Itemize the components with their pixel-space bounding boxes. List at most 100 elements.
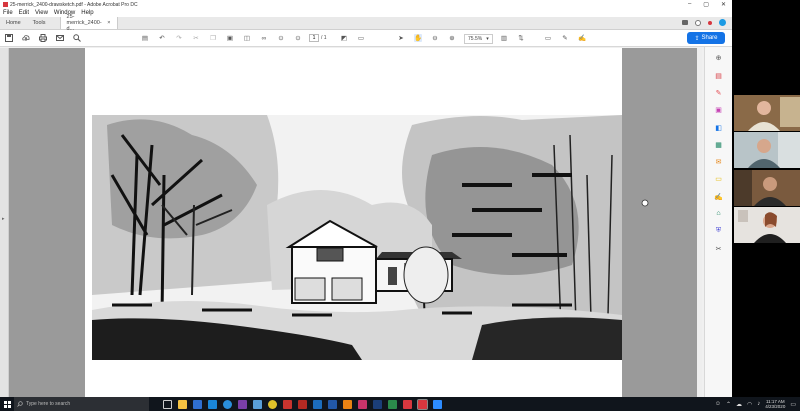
create-pdf-tool-icon[interactable]: ▤ <box>714 71 723 80</box>
protect-tool-icon[interactable]: ⛨ <box>714 226 723 235</box>
minimize-button[interactable]: – <box>688 1 691 8</box>
menu-edit[interactable]: Edit <box>19 10 29 16</box>
close-button[interactable]: ✕ <box>721 1 726 8</box>
explorer-icon[interactable] <box>253 399 262 409</box>
share-icon: ⇪ <box>694 35 700 42</box>
redo-icon[interactable]: ↷ <box>175 34 183 42</box>
search-placeholder: Type here to search <box>26 401 71 407</box>
participant-video-2[interactable] <box>734 132 800 168</box>
select-arrow-icon[interactable]: ➤ <box>397 34 405 42</box>
illustrator-icon[interactable] <box>343 399 352 409</box>
scan-ocr-tool-icon[interactable]: ⌂ <box>714 209 723 218</box>
cut-icon[interactable]: ✂ <box>192 34 200 42</box>
help-icon[interactable] <box>695 19 701 26</box>
acrobat-active-icon[interactable] <box>417 398 428 410</box>
participant-video-3[interactable] <box>734 170 800 206</box>
chat-icon[interactable] <box>682 20 688 25</box>
taskbar-clock[interactable]: 11:17 AM 4/23/2020 <box>765 399 785 409</box>
page-up-icon[interactable]: ⊙ <box>277 34 285 42</box>
snapshot-icon[interactable]: ◫ <box>243 34 251 42</box>
hand-tool-icon[interactable]: ✋ <box>414 34 422 42</box>
find-binoculars-icon[interactable]: ∞ <box>260 34 268 42</box>
fit-page-icon[interactable]: ▭ <box>357 34 365 42</box>
participant-video-1[interactable] <box>734 95 800 131</box>
page-total: / 1 <box>321 35 327 41</box>
menu-file[interactable]: File <box>3 10 13 16</box>
comment-icon[interactable]: ▭ <box>544 34 552 42</box>
tab-tools[interactable]: Tools <box>27 17 52 29</box>
combine-files-tool-icon[interactable]: ◧ <box>714 123 723 132</box>
wifi-icon[interactable]: ◠ <box>747 401 752 408</box>
print-icon[interactable] <box>39 34 47 42</box>
taskbar-search[interactable]: Type here to search <box>14 397 149 411</box>
main-content: ▸ ⊕ ▤ ✎ ▣ ◧ ▦ ✉ ▭ ✍ ⌂ ⛨ ✂ <box>0 47 732 397</box>
search-icon[interactable] <box>73 34 81 42</box>
select-text-icon[interactable]: ◩ <box>340 34 348 42</box>
acrobat-reader-icon[interactable] <box>298 399 307 409</box>
more-tools-icon[interactable]: ✂ <box>714 244 723 253</box>
task-view-icon[interactable] <box>163 399 172 409</box>
zoom-out-icon[interactable]: ⊖ <box>431 34 439 42</box>
page-down-icon[interactable]: ⊙ <box>294 34 302 42</box>
vertical-scrollbar[interactable] <box>697 48 702 397</box>
document-viewport[interactable] <box>9 48 697 397</box>
expand-left-pane-icon[interactable]: ▸ <box>2 216 5 222</box>
people-icon[interactable]: ☺ <box>715 401 721 407</box>
photoshop-icon[interactable] <box>373 399 382 409</box>
edit-pdf-tool-icon[interactable]: ✎ <box>714 88 723 97</box>
start-button[interactable] <box>0 397 14 411</box>
onedrive-icon[interactable]: ☁ <box>736 401 742 408</box>
revit-icon[interactable] <box>328 399 337 409</box>
organize-pages-tool-icon[interactable]: ▦ <box>714 140 723 149</box>
zoom-dropdown[interactable]: 75.5% ▾ <box>464 34 493 44</box>
create-pdf-icon[interactable]: ▤ <box>141 34 149 42</box>
chevron-up-icon[interactable]: ⌃ <box>726 401 731 408</box>
menu-view[interactable]: View <box>35 10 48 16</box>
comment-tool-icon[interactable]: ▭ <box>714 174 723 183</box>
windows-taskbar: Type here to search ☺ ⌃ ☁ ◠ ♪ 11:17 AM 4… <box>0 397 800 411</box>
pdf-page <box>85 48 622 397</box>
notifications-icon[interactable] <box>708 20 712 25</box>
edge-icon[interactable] <box>223 399 232 409</box>
fill-sign-tool-icon[interactable]: ✍ <box>714 192 723 201</box>
file-explorer-icon[interactable] <box>178 399 187 409</box>
tab-home[interactable]: Home <box>0 17 27 29</box>
cloud-upload-icon[interactable] <box>22 34 30 42</box>
export-pdf-tool-icon[interactable]: ▣ <box>714 105 723 114</box>
send-for-signature-tool-icon[interactable]: ✉ <box>714 157 723 166</box>
zoom-in-icon[interactable]: ⊕ <box>448 34 456 42</box>
page-number-input[interactable] <box>309 34 319 42</box>
volume-icon[interactable]: ♪ <box>757 401 760 407</box>
left-navigation-pane[interactable]: ▸ <box>0 48 9 397</box>
maximize-button[interactable]: ▢ <box>703 1 709 8</box>
acrobat-app-icon <box>3 2 8 7</box>
undo-icon[interactable]: ↶ <box>158 34 166 42</box>
copy-icon[interactable]: ❐ <box>209 34 217 42</box>
sign-icon[interactable]: ✍ <box>578 34 586 42</box>
acrobat-pro-icon[interactable] <box>403 399 412 409</box>
right-tools-pane: ⊕ ▤ ✎ ▣ ◧ ▦ ✉ ▭ ✍ ⌂ ⛨ ✂ <box>704 47 732 397</box>
onenote-icon[interactable] <box>238 399 247 409</box>
zoom-tool-icon[interactable]: ⊕ <box>714 53 723 62</box>
autodesk-icon[interactable] <box>388 399 397 409</box>
page-display-icon[interactable]: ▥ <box>500 34 508 42</box>
share-button[interactable]: ⇪ Share <box>687 32 725 44</box>
email-icon[interactable] <box>56 34 64 42</box>
save-icon[interactable] <box>5 34 13 42</box>
sketchup-icon[interactable] <box>313 399 322 409</box>
mail-icon[interactable] <box>208 399 217 409</box>
tab-document[interactable]: 25-merrick_2400-d... × <box>59 14 118 32</box>
chrome-icon[interactable] <box>268 399 277 409</box>
highlight-pen-icon[interactable]: ✎ <box>561 34 569 42</box>
indesign-icon[interactable] <box>358 399 367 409</box>
clipboard-icon[interactable]: ▣ <box>226 34 234 42</box>
scroll-mode-icon[interactable]: ⇅ <box>517 34 525 42</box>
participant-video-4[interactable] <box>734 207 800 243</box>
account-avatar[interactable] <box>719 19 726 26</box>
notifications-icon[interactable]: ▭ <box>790 401 796 408</box>
zoom-app-icon[interactable] <box>433 399 442 409</box>
store-icon[interactable] <box>193 399 202 409</box>
desktop: 25-merrick_2400-drawsketch.pdf - Adobe A… <box>0 0 800 411</box>
tab-close-icon[interactable]: × <box>107 20 110 26</box>
autocad-icon[interactable] <box>283 399 292 409</box>
